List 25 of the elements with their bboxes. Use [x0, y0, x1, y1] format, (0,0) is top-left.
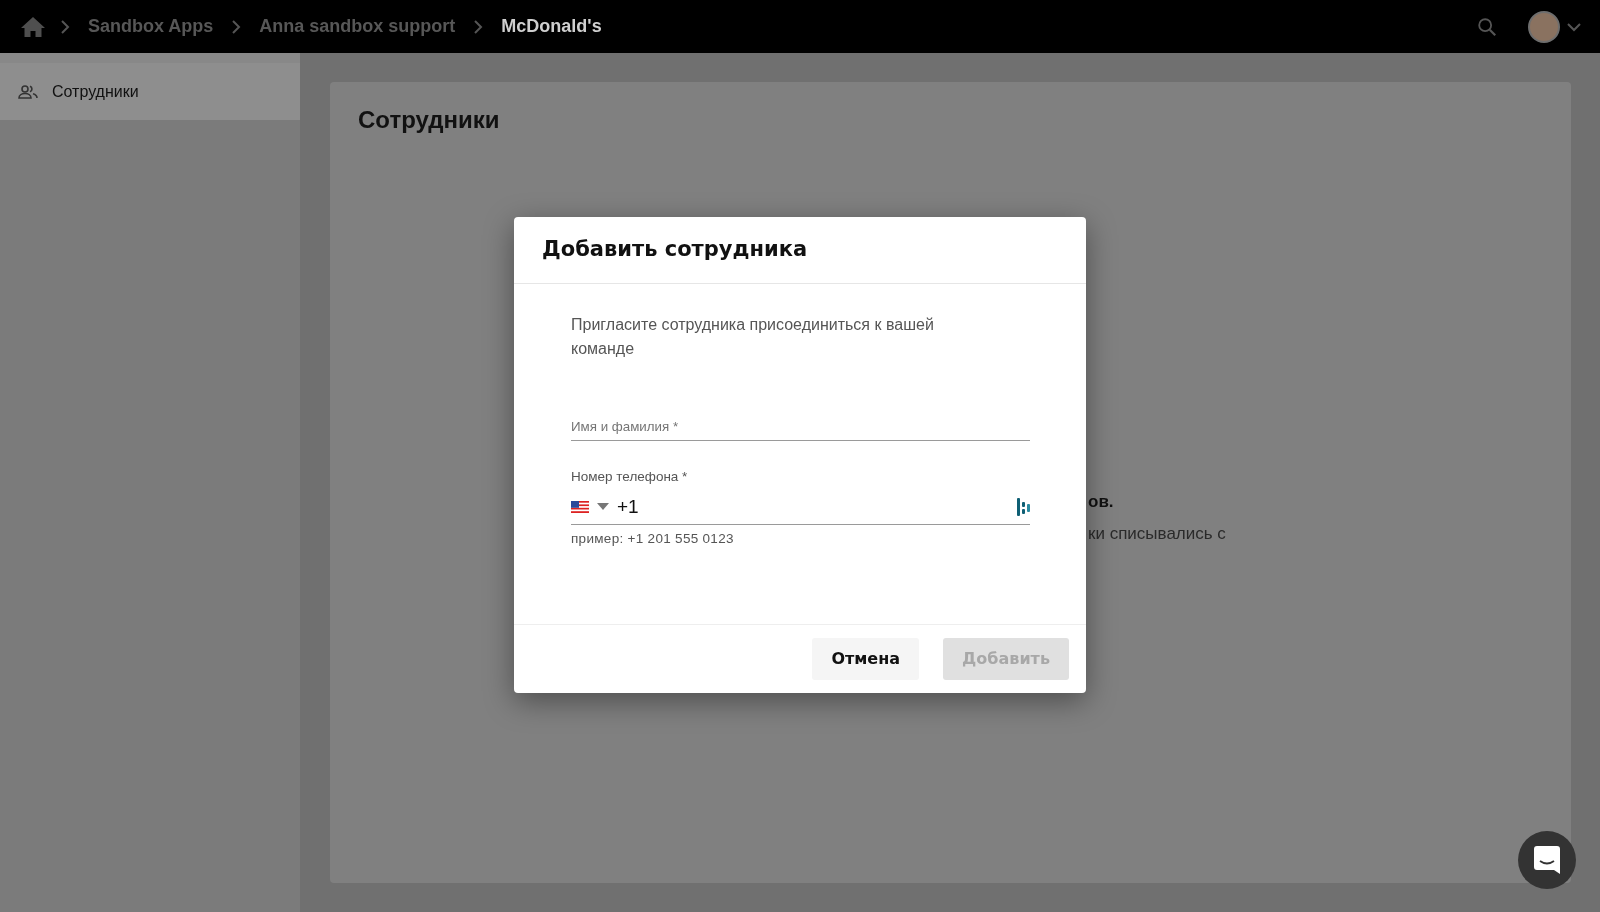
dialog-title: Добавить сотрудника	[542, 236, 809, 261]
autofill-icon[interactable]	[1017, 497, 1030, 516]
page-title: Сотрудники	[358, 106, 501, 134]
empty-state-heading: ов.	[1088, 492, 1114, 512]
empty-state-text: ки списывались с	[1088, 524, 1226, 544]
name-field[interactable]: Имя и фамилия *	[571, 410, 1030, 441]
phone-hint: пример: +1 201 555 0123	[571, 530, 735, 546]
sidebar-item[interactable]: Сотрудники	[0, 63, 300, 120]
search-icon[interactable]	[1476, 15, 1498, 38]
phone-input[interactable]: +1	[617, 495, 1009, 518]
home-icon[interactable]	[20, 14, 46, 39]
chat-icon	[1534, 846, 1560, 874]
avatar-icon[interactable]	[1528, 10, 1560, 43]
chevron-right-icon	[231, 18, 242, 35]
dialog-description: Пригласите сотрудника присоединиться к вашей команде	[571, 314, 935, 359]
chevron-right-icon	[473, 18, 484, 35]
phone-field[interactable]: +1	[571, 489, 1030, 525]
people-icon	[18, 84, 38, 99]
phone-label: Номер телефона *	[571, 468, 689, 484]
breadcrumb-link[interactable]: McDonald's	[497, 16, 606, 37]
chevron-right-icon	[60, 18, 70, 35]
chevron-down-icon[interactable]	[1566, 21, 1582, 32]
dropdown-caret-icon[interactable]	[597, 503, 609, 510]
flag-icon[interactable]	[571, 500, 589, 513]
cancel-button[interactable]: Отмена	[812, 637, 920, 680]
